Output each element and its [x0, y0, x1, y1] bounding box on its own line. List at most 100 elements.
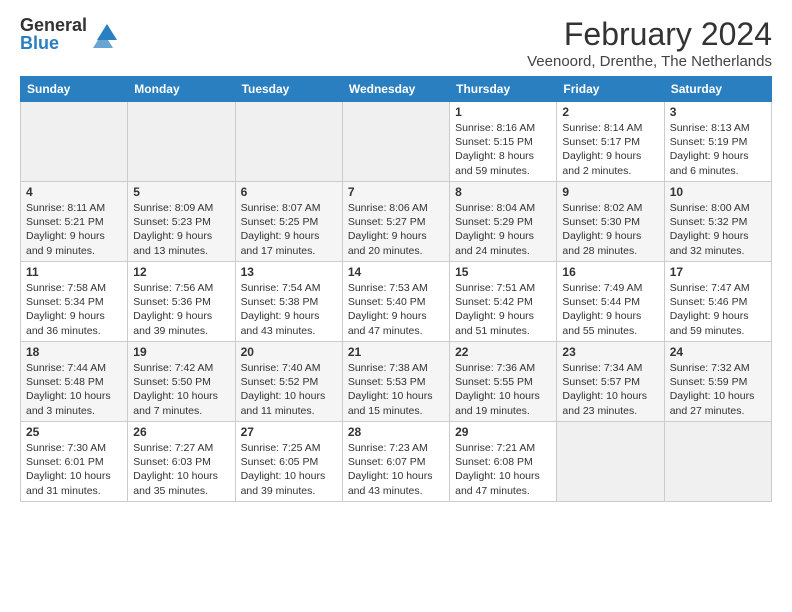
- header-day-tuesday: Tuesday: [235, 77, 342, 102]
- day-info: Sunrise: 7:56 AM Sunset: 5:36 PM Dayligh…: [133, 281, 229, 338]
- day-cell-empty: [235, 102, 342, 182]
- main-title: February 2024: [527, 16, 772, 53]
- day-info: Sunrise: 8:11 AM Sunset: 5:21 PM Dayligh…: [26, 201, 122, 258]
- day-info: Sunrise: 7:40 AM Sunset: 5:52 PM Dayligh…: [241, 361, 337, 418]
- day-cell-empty: [21, 102, 128, 182]
- day-cell-29: 29 Sunrise: 7:21 AM Sunset: 6:08 PM Dayli…: [450, 422, 557, 502]
- day-number: 3: [670, 105, 766, 119]
- day-number: 2: [562, 105, 658, 119]
- day-cell-25: 25 Sunrise: 7:30 AM Sunset: 6:01 PM Dayli…: [21, 422, 128, 502]
- day-number: 28: [348, 425, 444, 439]
- day-cell-12: 12 Sunrise: 7:56 AM Sunset: 5:36 PM Dayli…: [128, 262, 235, 342]
- day-number: 1: [455, 105, 551, 119]
- day-info: Sunrise: 7:34 AM Sunset: 5:57 PM Dayligh…: [562, 361, 658, 418]
- day-number: 17: [670, 265, 766, 279]
- day-number: 23: [562, 345, 658, 359]
- day-cell-17: 17 Sunrise: 7:47 AM Sunset: 5:46 PM Dayli…: [664, 262, 771, 342]
- day-number: 12: [133, 265, 229, 279]
- day-number: 14: [348, 265, 444, 279]
- day-number: 8: [455, 185, 551, 199]
- day-cell-13: 13 Sunrise: 7:54 AM Sunset: 5:38 PM Dayli…: [235, 262, 342, 342]
- day-number: 9: [562, 185, 658, 199]
- day-cell-2: 2Sunrise: 8:14 AM Sunset: 5:17 PM Daylig…: [557, 102, 664, 182]
- week-row-1: 4 Sunrise: 8:11 AM Sunset: 5:21 PM Daylig…: [21, 182, 772, 262]
- week-row-0: 1 Sunrise: 8:16 AM Sunset: 5:15 PM Daylig…: [21, 102, 772, 182]
- header-day-sunday: Sunday: [21, 77, 128, 102]
- day-cell-3: 3 Sunrise: 8:13 AM Sunset: 5:19 PM Daylig…: [664, 102, 771, 182]
- day-number: 22: [455, 345, 551, 359]
- week-row-4: 25 Sunrise: 7:30 AM Sunset: 6:01 PM Dayli…: [21, 422, 772, 502]
- day-cell-26: 26 Sunrise: 7:27 AM Sunset: 6:03 PM Dayli…: [128, 422, 235, 502]
- day-info: Sunrise: 7:42 AM Sunset: 5:50 PM Dayligh…: [133, 361, 229, 418]
- day-number: 27: [241, 425, 337, 439]
- day-number: 13: [241, 265, 337, 279]
- day-number: 19: [133, 345, 229, 359]
- day-number: 7: [348, 185, 444, 199]
- day-cell-20: 20 Sunrise: 7:40 AM Sunset: 5:52 PM Dayli…: [235, 342, 342, 422]
- day-info: Sunrise: 7:23 AM Sunset: 6:07 PM Dayligh…: [348, 441, 444, 498]
- day-info: Sunrise: 7:51 AM Sunset: 5:42 PM Dayligh…: [455, 281, 551, 338]
- day-info: Sunrise: 7:49 AM Sunset: 5:44 PM Dayligh…: [562, 281, 658, 338]
- day-cell-empty: [557, 422, 664, 502]
- header-day-thursday: Thursday: [450, 77, 557, 102]
- day-number: 5: [133, 185, 229, 199]
- day-cell-10: 10 Sunrise: 8:00 AM Sunset: 5:32 PM Dayli…: [664, 182, 771, 262]
- calendar-body: 1 Sunrise: 8:16 AM Sunset: 5:15 PM Daylig…: [21, 102, 772, 502]
- day-number: 29: [455, 425, 551, 439]
- logo-line2: Blue: [20, 34, 87, 52]
- day-info: Sunrise: 7:44 AM Sunset: 5:48 PM Dayligh…: [26, 361, 122, 418]
- day-cell-16: 16Sunrise: 7:49 AM Sunset: 5:44 PM Dayli…: [557, 262, 664, 342]
- day-info: Sunrise: 8:04 AM Sunset: 5:29 PM Dayligh…: [455, 201, 551, 258]
- week-row-3: 18Sunrise: 7:44 AM Sunset: 5:48 PM Dayli…: [21, 342, 772, 422]
- day-info: Sunrise: 7:53 AM Sunset: 5:40 PM Dayligh…: [348, 281, 444, 338]
- day-cell-21: 21Sunrise: 7:38 AM Sunset: 5:53 PM Dayli…: [342, 342, 449, 422]
- day-cell-19: 19 Sunrise: 7:42 AM Sunset: 5:50 PM Dayli…: [128, 342, 235, 422]
- day-info: Sunrise: 7:38 AM Sunset: 5:53 PM Dayligh…: [348, 361, 444, 418]
- day-cell-24: 24 Sunrise: 7:32 AM Sunset: 5:59 PM Dayli…: [664, 342, 771, 422]
- day-number: 20: [241, 345, 337, 359]
- header: General Blue February 2024 Veenoord, Dre…: [20, 16, 772, 70]
- header-day-friday: Friday: [557, 77, 664, 102]
- day-cell-empty: [342, 102, 449, 182]
- day-info: Sunrise: 8:13 AM Sunset: 5:19 PM Dayligh…: [670, 121, 766, 178]
- day-number: 11: [26, 265, 122, 279]
- day-info: Sunrise: 7:27 AM Sunset: 6:03 PM Dayligh…: [133, 441, 229, 498]
- logo-line1: General: [20, 16, 87, 34]
- day-cell-8: 8 Sunrise: 8:04 AM Sunset: 5:29 PM Daylig…: [450, 182, 557, 262]
- day-number: 6: [241, 185, 337, 199]
- day-info: Sunrise: 7:21 AM Sunset: 6:08 PM Dayligh…: [455, 441, 551, 498]
- day-number: 4: [26, 185, 122, 199]
- day-info: Sunrise: 7:25 AM Sunset: 6:05 PM Dayligh…: [241, 441, 337, 498]
- day-cell-27: 27 Sunrise: 7:25 AM Sunset: 6:05 PM Dayli…: [235, 422, 342, 502]
- day-info: Sunrise: 8:02 AM Sunset: 5:30 PM Dayligh…: [562, 201, 658, 258]
- day-number: 26: [133, 425, 229, 439]
- logo-icon: [93, 20, 121, 48]
- day-info: Sunrise: 8:16 AM Sunset: 5:15 PM Dayligh…: [455, 121, 551, 178]
- day-number: 24: [670, 345, 766, 359]
- day-cell-empty: [128, 102, 235, 182]
- day-cell-9: 9 Sunrise: 8:02 AM Sunset: 5:30 PM Daylig…: [557, 182, 664, 262]
- header-day-saturday: Saturday: [664, 77, 771, 102]
- title-block: February 2024 Veenoord, Drenthe, The Net…: [527, 16, 772, 70]
- calendar-table: SundayMondayTuesdayWednesdayThursdayFrid…: [20, 76, 772, 502]
- week-row-2: 11Sunrise: 7:58 AM Sunset: 5:34 PM Dayli…: [21, 262, 772, 342]
- day-info: Sunrise: 7:54 AM Sunset: 5:38 PM Dayligh…: [241, 281, 337, 338]
- day-number: 15: [455, 265, 551, 279]
- day-info: Sunrise: 7:47 AM Sunset: 5:46 PM Dayligh…: [670, 281, 766, 338]
- day-info: Sunrise: 7:30 AM Sunset: 6:01 PM Dayligh…: [26, 441, 122, 498]
- logo: General Blue: [20, 16, 121, 52]
- day-number: 25: [26, 425, 122, 439]
- header-day-monday: Monday: [128, 77, 235, 102]
- day-cell-1: 1 Sunrise: 8:16 AM Sunset: 5:15 PM Daylig…: [450, 102, 557, 182]
- header-row: SundayMondayTuesdayWednesdayThursdayFrid…: [21, 77, 772, 102]
- day-info: Sunrise: 7:32 AM Sunset: 5:59 PM Dayligh…: [670, 361, 766, 418]
- day-cell-7: 7 Sunrise: 8:06 AM Sunset: 5:27 PM Daylig…: [342, 182, 449, 262]
- day-info: Sunrise: 8:00 AM Sunset: 5:32 PM Dayligh…: [670, 201, 766, 258]
- header-day-wednesday: Wednesday: [342, 77, 449, 102]
- logo-text: General Blue: [20, 16, 87, 52]
- day-cell-23: 23 Sunrise: 7:34 AM Sunset: 5:57 PM Dayli…: [557, 342, 664, 422]
- day-info: Sunrise: 8:06 AM Sunset: 5:27 PM Dayligh…: [348, 201, 444, 258]
- day-info: Sunrise: 7:36 AM Sunset: 5:55 PM Dayligh…: [455, 361, 551, 418]
- day-cell-14: 14 Sunrise: 7:53 AM Sunset: 5:40 PM Dayli…: [342, 262, 449, 342]
- day-number: 10: [670, 185, 766, 199]
